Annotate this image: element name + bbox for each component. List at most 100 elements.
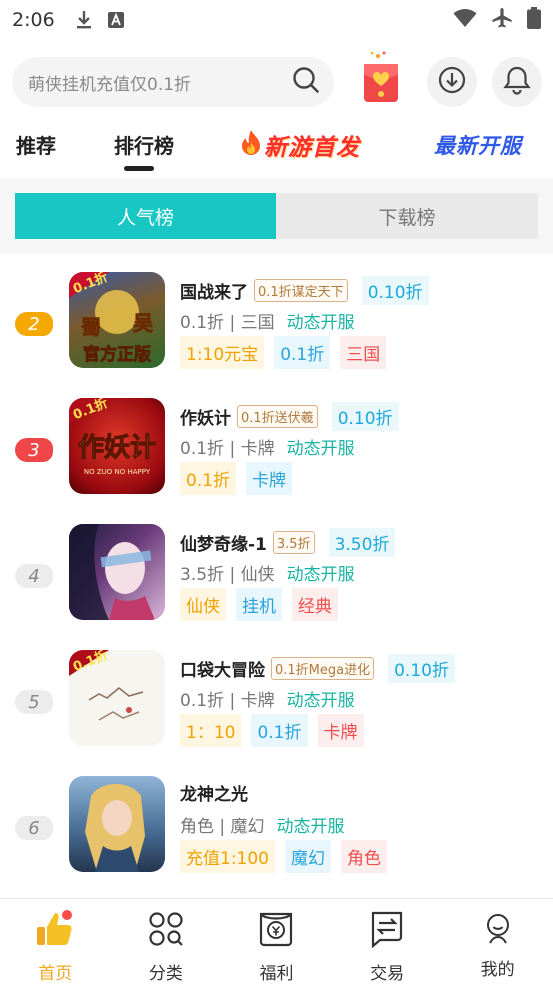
status-time: 2:06 — [12, 9, 55, 31]
discount-label: 0.10折 — [388, 654, 455, 683]
game-icon[interactable]: 0.1折 作妖计 NO ZUO NO HAPPY — [69, 398, 165, 494]
category-grid-icon — [148, 909, 184, 949]
tag: 仙侠 — [180, 588, 226, 621]
notifications-button[interactable] — [492, 57, 542, 107]
server-status: 动态开服 — [286, 565, 355, 585]
welfare-bag-icon — [257, 909, 295, 949]
tag: 角色 — [341, 840, 387, 873]
search-placeholder: 萌侠挂机充值仅0.1折 — [28, 74, 192, 95]
rank-number: 2 — [15, 312, 53, 336]
promo-tag: 0.1折谋定天下 — [254, 279, 348, 302]
status-bar: 2:06 — [0, 0, 553, 40]
tab-recommend[interactable]: 推荐 — [16, 130, 56, 159]
rank-badge: 4 — [14, 562, 54, 590]
user-profile-icon — [483, 909, 513, 949]
nav-category[interactable]: 分类 — [111, 899, 222, 984]
rank-number: 4 — [15, 564, 53, 588]
icon-text-official: 官方正版 — [83, 344, 151, 365]
tag: 经典 — [292, 588, 338, 621]
airplane-mode-icon — [491, 7, 513, 33]
tab-new-games-label: 新游首发 — [264, 135, 360, 161]
promo-tag: 0.1折送伏羲 — [237, 405, 318, 428]
download-manager-button[interactable] — [427, 57, 477, 107]
download-circle-icon — [437, 65, 467, 99]
discount-label: 0.10折 — [331, 402, 399, 431]
search-input[interactable]: 萌侠挂机充值仅0.1折 — [12, 57, 334, 107]
ranking-segment: 人气榜 下载榜 — [15, 193, 538, 239]
game-title: 作妖计 — [180, 409, 231, 429]
trade-icon — [368, 909, 406, 949]
game-row[interactable]: 4 仙梦奇缘-1 3.5折 3.50折 3.5折 | 仙侠 动态开服 仙侠 挂机… — [0, 522, 553, 648]
tab-new-servers[interactable]: 最新开服 — [434, 130, 522, 160]
rank-badge: 3 — [14, 436, 54, 464]
app-notification-icon — [107, 11, 125, 29]
nav-welfare-label: 福利 — [259, 964, 294, 984]
game-row[interactable]: 5 0.1折 口袋大冒险 0.1折Mega进化 0.10折 0.1折 | 卡牌 … — [0, 648, 553, 774]
search-icon[interactable] — [292, 66, 320, 98]
discount-label: 0.10折 — [361, 276, 429, 305]
game-row[interactable]: 2 0.1折 蜀 吴 官方正版 国战来了 0.1折谋定天下 0.10折 0.1折… — [0, 270, 553, 396]
game-meta: 3.5折 | 仙侠 — [180, 565, 275, 585]
fire-icon — [238, 129, 264, 161]
game-meta: 角色 | 魔幻 — [180, 817, 265, 837]
game-icon[interactable]: 0.1折 蜀 吴 官方正版 — [69, 272, 165, 368]
game-row[interactable]: 6 龙神之光 角色 | 魔幻 动态开服 充值1:100 魔幻 角色 — [0, 774, 553, 900]
tab-ranking[interactable]: 排行榜 — [114, 130, 174, 159]
nav-home-label: 首页 — [38, 964, 73, 984]
segment-popular[interactable]: 人气榜 — [15, 193, 276, 239]
nav-welfare[interactable]: 福利 — [221, 899, 332, 984]
game-icon[interactable]: 0.1折 — [69, 650, 165, 746]
top-tabs: 推荐 排行榜 新游首发 最新开服 — [0, 122, 553, 172]
search-row: 萌侠挂机充值仅0.1折 — [12, 51, 542, 108]
nav-mine[interactable]: 我的 — [442, 899, 553, 984]
red-packet-gift-icon[interactable] — [358, 50, 404, 106]
tag: 1：10 — [180, 714, 242, 747]
discount-label: 3.50折 — [328, 528, 396, 557]
thumbs-up-home-icon — [35, 909, 75, 949]
game-title: 仙梦奇缘-1 — [180, 535, 267, 555]
icon-text-title: 作妖计 — [78, 433, 156, 463]
rank-number: 6 — [15, 816, 53, 840]
nav-trade[interactable]: 交易 — [332, 899, 443, 984]
tag: 0.1折 — [180, 462, 237, 495]
tag: 卡牌 — [246, 462, 293, 495]
tag: 挂机 — [236, 588, 282, 621]
tag: 0.1折 — [251, 714, 308, 747]
game-title: 口袋大冒险 — [180, 661, 265, 681]
icon-text-sub: NO ZUO NO HAPPY — [84, 468, 151, 476]
game-row[interactable]: 3 0.1折 作妖计 NO ZUO NO HAPPY 作妖计 0.1折送伏羲 0… — [0, 396, 553, 522]
tag: 三国 — [340, 336, 387, 369]
promo-tag: 0.1折Mega进化 — [271, 657, 375, 680]
wifi-icon — [453, 8, 477, 32]
tag: 1:10元宝 — [180, 336, 265, 369]
server-status: 动态开服 — [276, 817, 345, 837]
game-meta: 0.1折 | 卡牌 — [180, 691, 275, 711]
nav-home[interactable]: 首页 — [0, 899, 111, 984]
game-title: 国战来了 — [180, 283, 248, 303]
tag: 卡牌 — [317, 714, 364, 747]
promo-tag: 3.5折 — [272, 531, 315, 554]
tag: 魔幻 — [285, 840, 331, 873]
tag: 0.1折 — [274, 336, 331, 369]
bottom-nav: 首页 分类 福利 交易 我的 — [0, 898, 553, 984]
bell-icon — [503, 65, 531, 99]
game-meta: 0.1折 | 三国 — [180, 313, 275, 333]
game-icon[interactable] — [69, 524, 165, 620]
server-status: 动态开服 — [286, 691, 355, 711]
rank-badge: 5 — [14, 688, 54, 716]
nav-trade-label: 交易 — [370, 964, 405, 984]
rank-badge: 6 — [14, 814, 54, 842]
icon-text-wu: 吴 — [133, 311, 153, 335]
download-status-icon — [75, 10, 93, 30]
segment-downloads[interactable]: 下载榜 — [276, 193, 538, 239]
battery-icon — [527, 7, 541, 33]
tab-new-games[interactable]: 新游首发 — [238, 128, 360, 162]
icon-text-shu: 蜀 — [81, 315, 101, 339]
active-tab-indicator — [124, 166, 154, 171]
server-status: 动态开服 — [286, 313, 355, 333]
game-title: 龙神之光 — [180, 785, 248, 805]
server-status: 动态开服 — [286, 439, 355, 459]
rank-badge: 2 — [14, 310, 54, 338]
game-icon[interactable] — [69, 776, 165, 872]
game-meta: 0.1折 | 卡牌 — [180, 439, 275, 459]
